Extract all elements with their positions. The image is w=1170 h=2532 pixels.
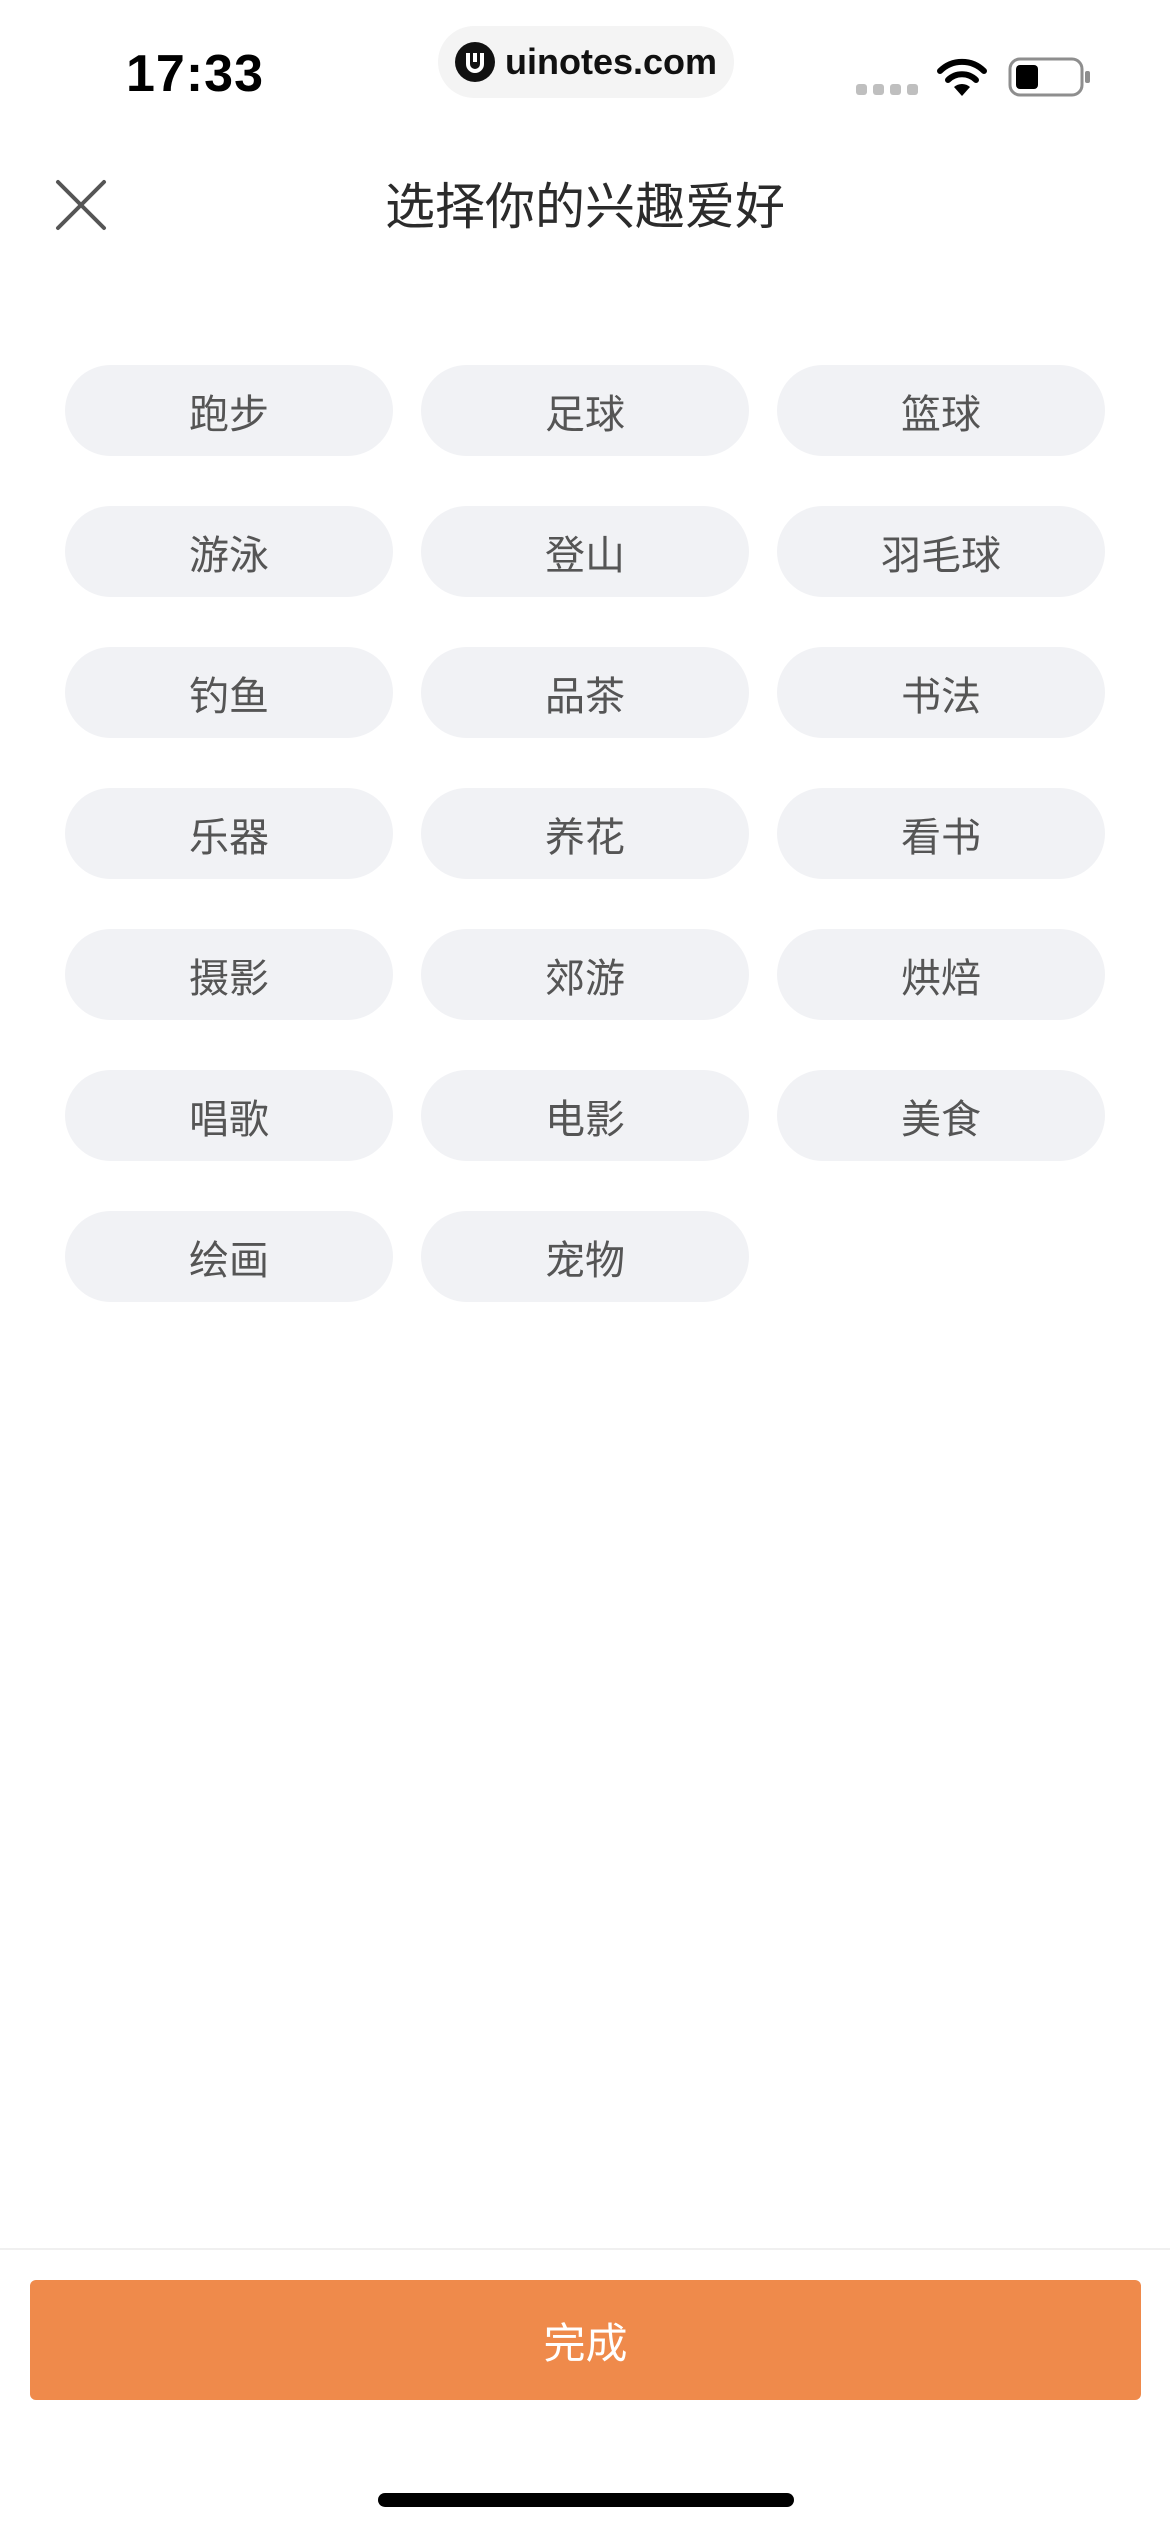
footer-divider [0,2248,1170,2250]
interest-tag[interactable]: 品茶 [421,647,749,738]
interest-tag[interactable]: 宠物 [421,1211,749,1302]
interest-tag[interactable]: 游泳 [65,506,393,597]
interest-tag[interactable]: 烘焙 [777,929,1105,1020]
interest-tag[interactable]: 足球 [421,365,749,456]
interest-tag[interactable]: 电影 [421,1070,749,1161]
interest-tag[interactable]: 养花 [421,788,749,879]
done-button[interactable]: 完成 [30,2280,1141,2400]
interest-tag-grid: 跑步 足球 篮球 游泳 登山 羽毛球 钓鱼 品茶 书法 乐器 养花 看书 摄影 … [65,365,1105,1302]
interest-tag[interactable]: 摄影 [65,929,393,1020]
interest-tag[interactable]: 美食 [777,1070,1105,1161]
page-title: 选择你的兴趣爱好 [385,178,785,236]
watermark-logo-icon [454,42,495,82]
home-indicator [378,2493,794,2507]
interest-tag[interactable]: 书法 [777,647,1105,738]
interest-tag[interactable]: 登山 [421,506,749,597]
status-time: 17:33 [126,45,264,103]
interest-tag[interactable]: 跑步 [65,365,393,456]
interest-tag[interactable]: 羽毛球 [777,506,1105,597]
interest-tag[interactable]: 钓鱼 [65,647,393,738]
interest-tag[interactable]: 看书 [777,788,1105,879]
interest-tag[interactable]: 绘画 [65,1211,393,1302]
interest-tag[interactable]: 篮球 [777,365,1105,456]
status-bar: 17:33 uinotes.com [0,0,1170,150]
interest-tag[interactable]: 唱歌 [65,1070,393,1161]
watermark-badge: uinotes.com [438,26,734,98]
battery-icon [1008,57,1090,97]
interest-tag[interactable]: 乐器 [65,788,393,879]
interest-tag[interactable]: 郊游 [421,929,749,1020]
wifi-icon [937,58,987,96]
watermark-text: uinotes.com [504,41,718,82]
cellular-signal-icon [856,84,918,95]
